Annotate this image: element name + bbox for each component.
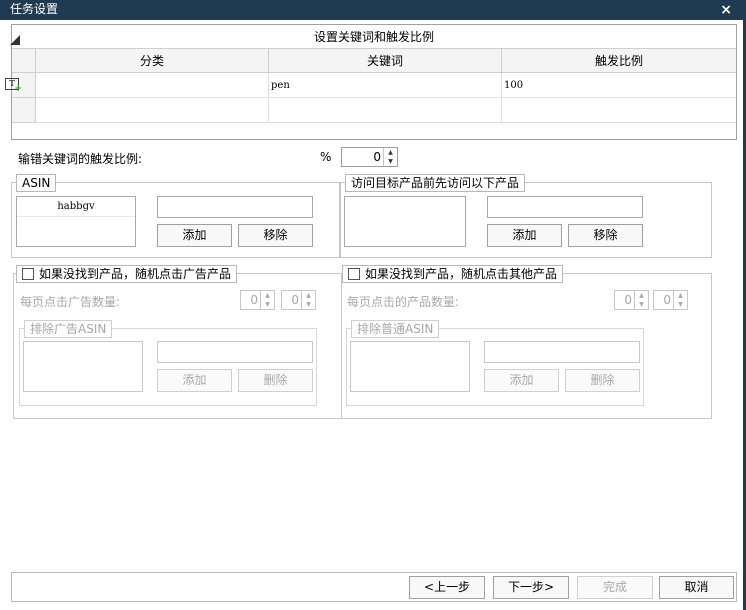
spin-down-icon[interactable]: ▼ (384, 157, 397, 166)
new-cell-category[interactable] (36, 98, 269, 123)
grid-corner[interactable] (12, 49, 36, 73)
exclude-normal-delete-button[interactable]: 删除 (565, 369, 640, 392)
list-item[interactable]: habbgv (17, 197, 135, 217)
spin-up-icon[interactable]: ▲ (384, 148, 397, 157)
column-header-ratio[interactable]: 触发比例 (502, 49, 736, 73)
spinner-arrows[interactable]: ▲ ▼ (383, 148, 397, 166)
exclude-normal-asin-legend: 排除普通ASIN (351, 320, 440, 338)
other-count-min-spinner[interactable]: 0 ▲ ▼ (614, 290, 649, 310)
exclude-ad-asin-legend: 排除广告ASIN (24, 320, 113, 338)
checkbox-icon[interactable] (348, 268, 360, 280)
exclude-ad-asin-group: 排除广告ASIN 添加 删除 (19, 320, 317, 406)
exclude-ad-add-button[interactable]: 添加 (157, 369, 232, 392)
spin-down-icon[interactable]: ▼ (261, 300, 274, 309)
close-icon[interactable]: × (720, 1, 732, 19)
spinner-value: 0 (663, 293, 671, 307)
prev-step-button[interactable]: <上一步 (409, 576, 485, 599)
other-count-label: 每页点击的产品数量: (347, 295, 460, 309)
window-title: 任务设置 (10, 2, 59, 16)
spin-down-icon[interactable]: ▼ (302, 300, 315, 309)
spinner-value: 0 (624, 293, 632, 307)
plus-icon: + (14, 84, 22, 94)
spinner-value: 0 (291, 293, 299, 307)
cell-keyword[interactable]: pen (269, 73, 502, 98)
ad-count-label: 每页点击广告数量: (20, 295, 121, 309)
visit-first-legend: 访问目标产品前先访问以下产品 (345, 174, 526, 192)
cancel-button[interactable]: 取消 (659, 576, 734, 599)
finish-button[interactable]: 完成 (577, 576, 653, 599)
percent-unit: % (320, 150, 332, 164)
visit-first-remove-button[interactable]: 移除 (568, 224, 643, 247)
next-step-button[interactable]: 下一步> (493, 576, 569, 599)
cell-ratio[interactable]: 100 (502, 73, 736, 98)
grid-caption: 设置关键词和触发比例 (12, 25, 736, 49)
exclude-normal-asin-group: 排除普通ASIN 添加 删除 (346, 320, 644, 406)
column-header-category[interactable]: 分类 (36, 49, 269, 73)
exclude-ad-asin-input[interactable] (157, 341, 313, 363)
wizard-footer: <上一步 下一步> 完成 取消 (11, 572, 737, 602)
asin-input[interactable] (157, 196, 313, 218)
spinner-value: 0 (250, 293, 258, 307)
visit-first-input[interactable] (487, 196, 643, 218)
title-bar: 任务设置 × (0, 0, 746, 20)
spin-up-icon[interactable]: ▲ (261, 291, 274, 300)
asin-legend: ASIN (16, 174, 57, 192)
checkbox-icon[interactable] (22, 268, 34, 280)
spin-up-icon[interactable]: ▲ (302, 291, 315, 300)
column-header-keyword[interactable]: 关键词 (269, 49, 502, 73)
spin-down-icon[interactable]: ▼ (674, 300, 687, 309)
exclude-normal-asin-input[interactable] (484, 341, 640, 363)
spinner-arrows[interactable]: ▲ ▼ (301, 291, 315, 309)
ad-product-checkbox[interactable]: 如果没找到产品，随机点击广告产品 (16, 265, 238, 283)
other-product-checkbox-label: 如果没找到产品，随机点击其他产品 (365, 267, 558, 281)
other-product-group: 如果没找到产品，随机点击其他产品 每页点击的产品数量: 0 ▲ ▼ 0 ▲ ▼ 排除… (341, 265, 712, 419)
ad-count-max-spinner[interactable]: 0 ▲ ▼ (281, 290, 316, 310)
cell-category[interactable] (36, 73, 269, 98)
wrong-keyword-label: 输错关键词的触发比例: (18, 152, 143, 166)
new-cell-keyword[interactable] (269, 98, 502, 123)
asin-list[interactable]: habbgv (16, 196, 136, 247)
asin-add-button[interactable]: 添加 (157, 224, 232, 247)
visit-first-list[interactable] (344, 196, 466, 247)
spin-up-icon[interactable]: ▲ (674, 291, 687, 300)
spinner-arrows[interactable]: ▲ ▼ (634, 291, 648, 309)
new-row-header[interactable] (12, 98, 36, 123)
other-product-checkbox[interactable]: 如果没找到产品，随机点击其他产品 (342, 265, 564, 283)
spin-up-icon[interactable]: ▲ (635, 291, 648, 300)
exclude-ad-asin-list[interactable] (23, 341, 143, 392)
visit-first-group: 访问目标产品前先访问以下产品 添加 移除 (340, 174, 712, 258)
spinner-arrows[interactable]: ▲ ▼ (260, 291, 274, 309)
asin-group: ASIN habbgv 添加 移除 (11, 174, 340, 258)
new-cell-ratio[interactable] (502, 98, 736, 123)
exclude-ad-delete-button[interactable]: 删除 (238, 369, 313, 392)
select-all-triangle-icon[interactable] (10, 35, 20, 45)
other-count-max-spinner[interactable]: 0 ▲ ▼ (653, 290, 688, 310)
ad-count-min-spinner[interactable]: 0 ▲ ▼ (240, 290, 275, 310)
ad-product-checkbox-label: 如果没找到产品，随机点击广告产品 (39, 267, 232, 281)
add-row-icon[interactable]: T + (5, 78, 22, 94)
spinner-value: 0 (373, 150, 381, 164)
wrong-keyword-ratio-spinner[interactable]: 0 ▲ ▼ (341, 147, 398, 167)
keyword-grid: 设置关键词和触发比例 分类 关键词 触发比例 pen 100 (11, 24, 737, 140)
spinner-arrows[interactable]: ▲ ▼ (673, 291, 687, 309)
asin-remove-button[interactable]: 移除 (238, 224, 313, 247)
exclude-normal-add-button[interactable]: 添加 (484, 369, 559, 392)
visit-first-add-button[interactable]: 添加 (487, 224, 562, 247)
ad-product-group: 如果没找到产品，随机点击广告产品 每页点击广告数量: 0 ▲ ▼ 0 ▲ ▼ 排除广… (13, 265, 342, 419)
spin-down-icon[interactable]: ▼ (635, 300, 648, 309)
exclude-normal-asin-list[interactable] (350, 341, 470, 392)
